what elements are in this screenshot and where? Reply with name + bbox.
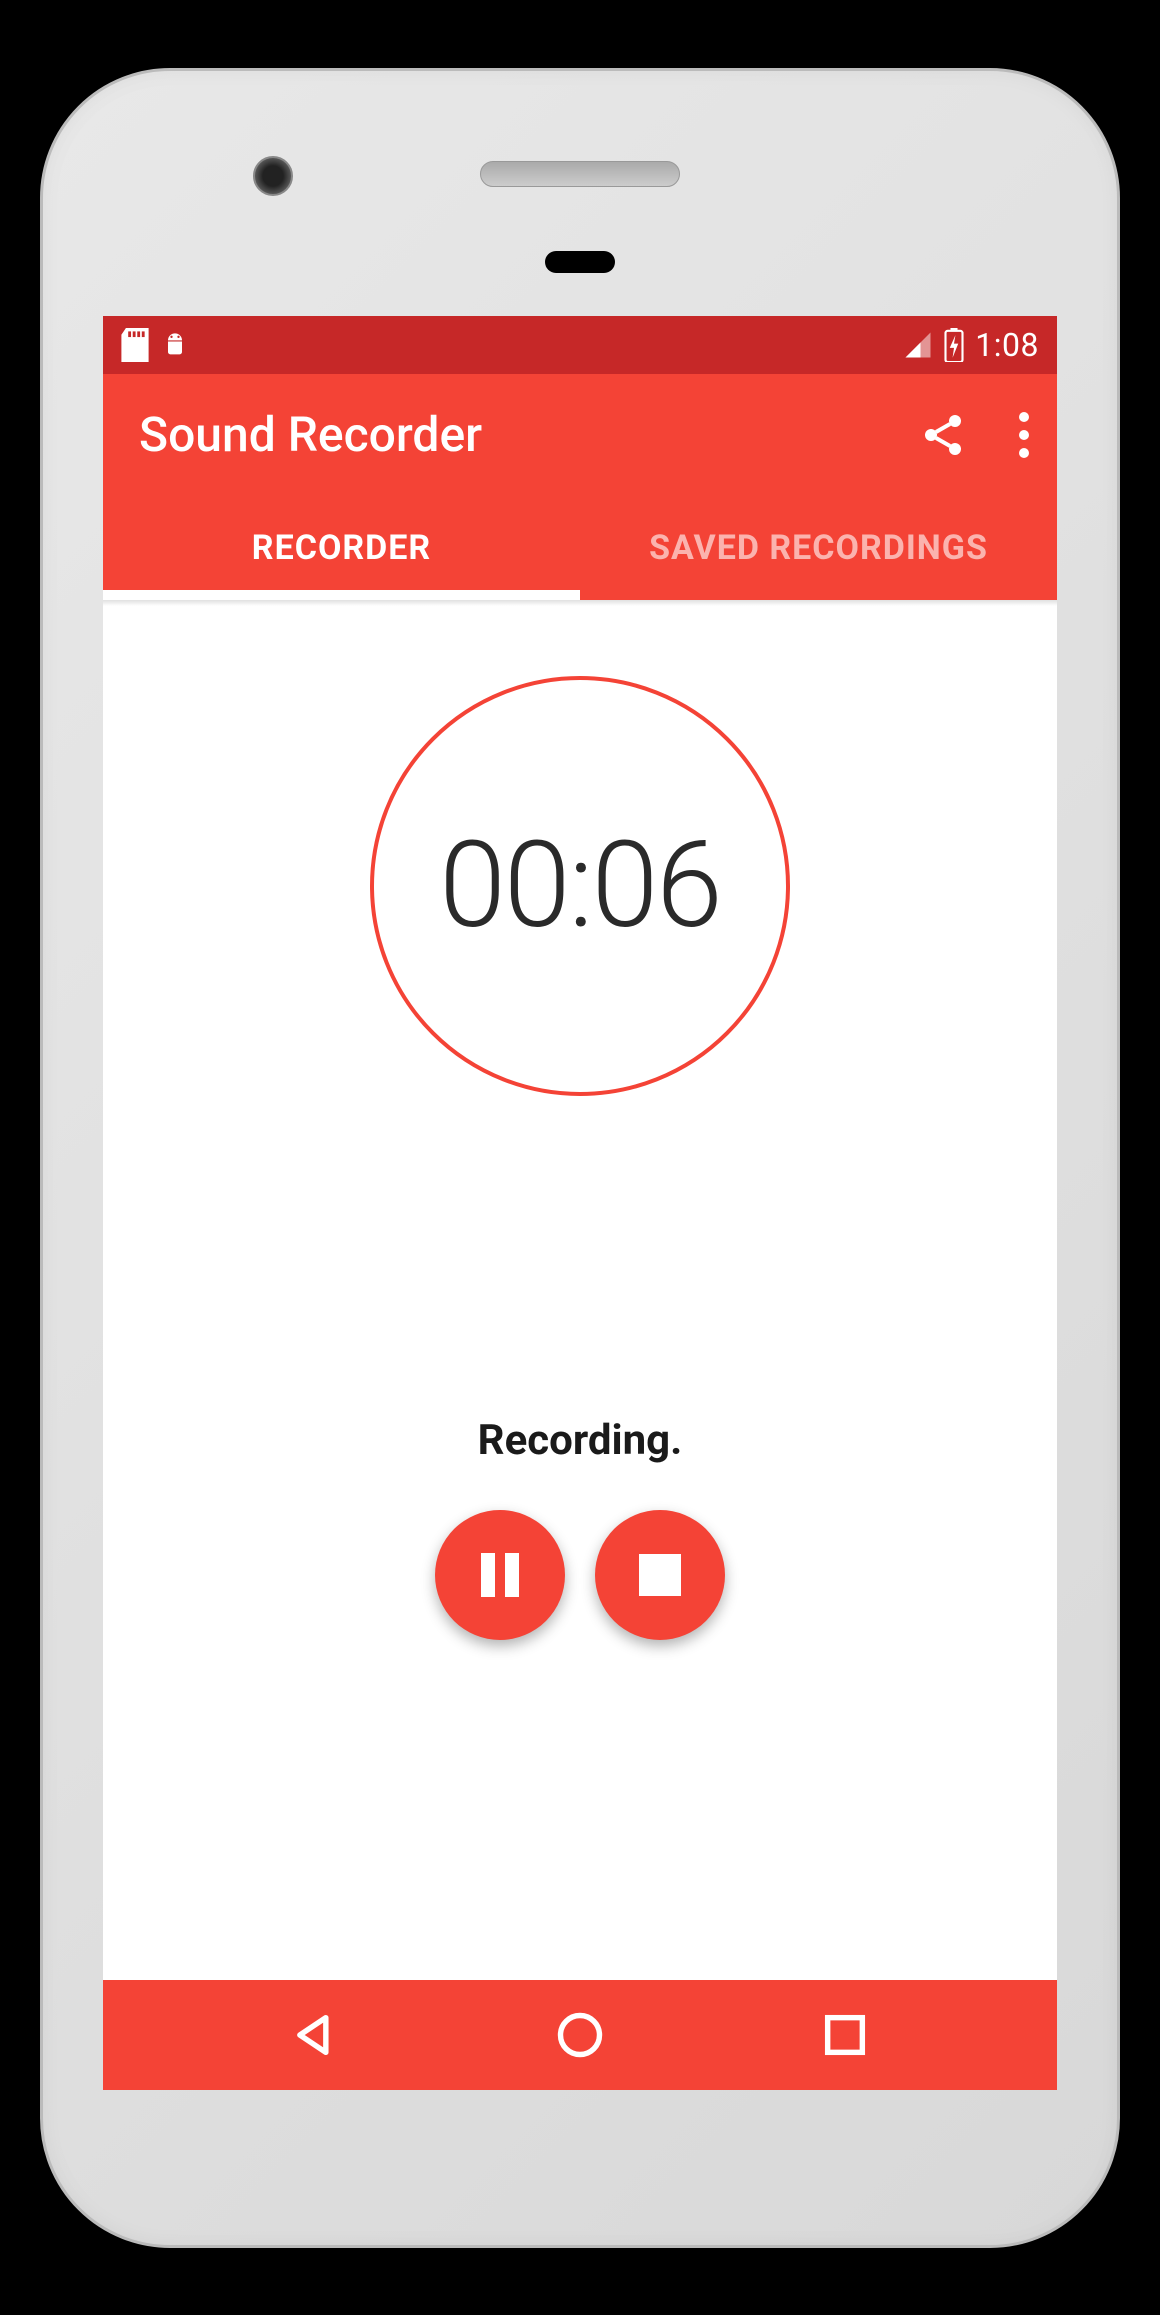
tab-recorder-label: RECORDER [252, 528, 431, 568]
recording-status-label: Recording. [478, 1416, 683, 1465]
nav-recent-button[interactable] [819, 2009, 871, 2061]
app-bar: Sound Recorder [103, 374, 1057, 496]
android-debug-icon [161, 331, 189, 359]
tab-bar: RECORDER SAVED RECORDINGS [103, 496, 1057, 600]
overflow-menu-icon[interactable] [1011, 404, 1027, 466]
proximity-sensor [545, 251, 615, 273]
stop-icon [639, 1554, 681, 1596]
recorder-content: 00:06 Recording. [103, 606, 1057, 1980]
navigation-bar [103, 1980, 1057, 2090]
tab-saved-label: SAVED RECORDINGS [649, 528, 988, 568]
recent-square-icon [819, 2009, 871, 2061]
status-bar: 1:08 [103, 316, 1057, 374]
nav-back-button[interactable] [289, 2009, 341, 2061]
home-circle-icon [554, 2009, 606, 2061]
recorder-controls [435, 1510, 725, 1640]
sd-card-icon [121, 328, 149, 362]
pause-icon [481, 1553, 519, 1597]
front-camera [253, 156, 293, 196]
tab-saved-recordings[interactable]: SAVED RECORDINGS [580, 496, 1057, 600]
phone-body: 1:08 Sound Recorder [40, 68, 1120, 2248]
timer-circle: 00:06 [370, 676, 790, 1096]
status-clock: 1:08 [975, 326, 1039, 364]
back-triangle-icon [289, 2009, 341, 2061]
share-icon[interactable] [919, 411, 967, 459]
pause-button[interactable] [435, 1510, 565, 1640]
phone-mockup: 1:08 Sound Recorder [0, 0, 1160, 2315]
timer-value: 00:06 [439, 816, 720, 956]
app-title: Sound Recorder [139, 406, 482, 463]
tab-recorder[interactable]: RECORDER [103, 496, 580, 600]
earpiece-speaker [480, 161, 680, 187]
stop-button[interactable] [595, 1510, 725, 1640]
screen: 1:08 Sound Recorder [103, 316, 1057, 2090]
cell-signal-icon [903, 330, 933, 360]
nav-home-button[interactable] [554, 2009, 606, 2061]
battery-charging-icon [943, 328, 965, 362]
